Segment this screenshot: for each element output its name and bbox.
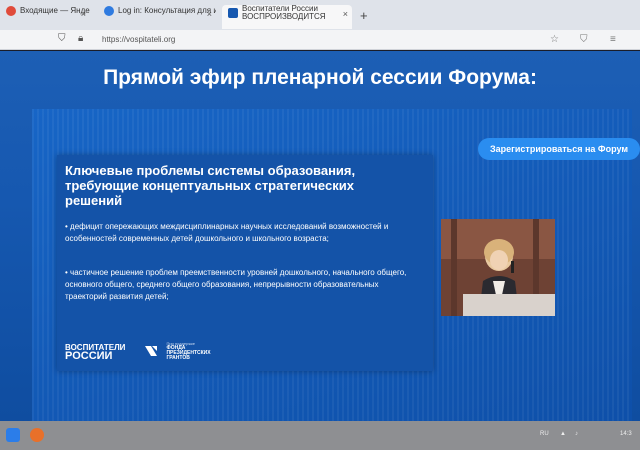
lock-icon[interactable]: 🔒︎ [78,33,83,44]
slide-bullet: • дефицит опережающих междисциплинарных … [65,222,389,243]
address-bar-row: ⛉ 🔒︎ https://vospitateli.org ☆ ⛉ ≡ [0,30,640,50]
site-icon [228,8,238,18]
volume-icon[interactable]: ♪ [575,431,578,437]
shield-icon[interactable]: ⛉ [58,33,66,44]
tab-vospitateli[interactable]: Воспитатели России ВОСПРОИЗВОДИТСЯ × [222,5,352,29]
start-icon[interactable] [6,428,20,442]
clock[interactable]: 14:3 [620,431,632,437]
menu-icon[interactable]: ≡ [610,34,616,45]
fund-logo-icon [145,346,157,356]
close-icon[interactable]: × [207,9,212,20]
slide-bullet: • частичное решение проблем преемственно… [65,268,407,301]
page-content: Прямой эфир пленарной сессии Форума: Зар… [0,51,640,441]
close-icon[interactable]: × [81,9,86,20]
taskbar: RU ▲ ♪ 14:3 [0,421,640,450]
firefox-icon[interactable] [30,428,44,442]
logo-line: РОССИИ [65,350,113,362]
close-icon[interactable]: × [343,9,348,20]
tab-consultation[interactable]: Log in: Консультация для инн × [98,5,216,29]
shield-icon[interactable]: ⛉ [580,34,588,45]
url-input[interactable]: https://vospitateli.org [102,35,175,44]
speaker-video[interactable] [441,219,555,316]
vospitateli-logo: ВОСПИТАТЕЛИ РОССИИ [65,343,125,362]
grants-fund-logo: При поддержке ФОНДА ПРЕЗИДЕНТСКИХ ГРАНТО… [143,341,211,361]
slide-title: Ключевые проблемы системы образования, т… [65,163,356,208]
network-icon[interactable]: ▲ [560,431,566,437]
logo-line: ГРАНТОВ [166,355,190,361]
bookmark-icon[interactable]: ☆ [550,34,559,45]
tab-label: Воспитатели России ВОСПРОИЗВОДИТСЯ [242,5,326,21]
mail-icon [6,5,16,16]
tab-label: Log in: Консультация для инн [118,6,216,16]
site-icon [104,5,114,16]
page-title: Прямой эфир пленарной сессии Форума: [103,66,537,89]
language-indicator[interactable]: RU [540,431,549,437]
tab-bar: Входящие — Яндекс Почта × Log in: Консул… [0,0,640,30]
speaker-video-frame [441,219,555,316]
tab-label: Входящие — Яндекс Почта [20,6,90,16]
presentation-slide: Ключевые проблемы системы образования, т… [57,155,433,371]
register-button[interactable]: Зарегистрироваться на Форум [478,138,640,160]
tab-mail[interactable]: Входящие — Яндекс Почта × [0,5,90,29]
new-tab-button[interactable]: + [360,8,368,23]
